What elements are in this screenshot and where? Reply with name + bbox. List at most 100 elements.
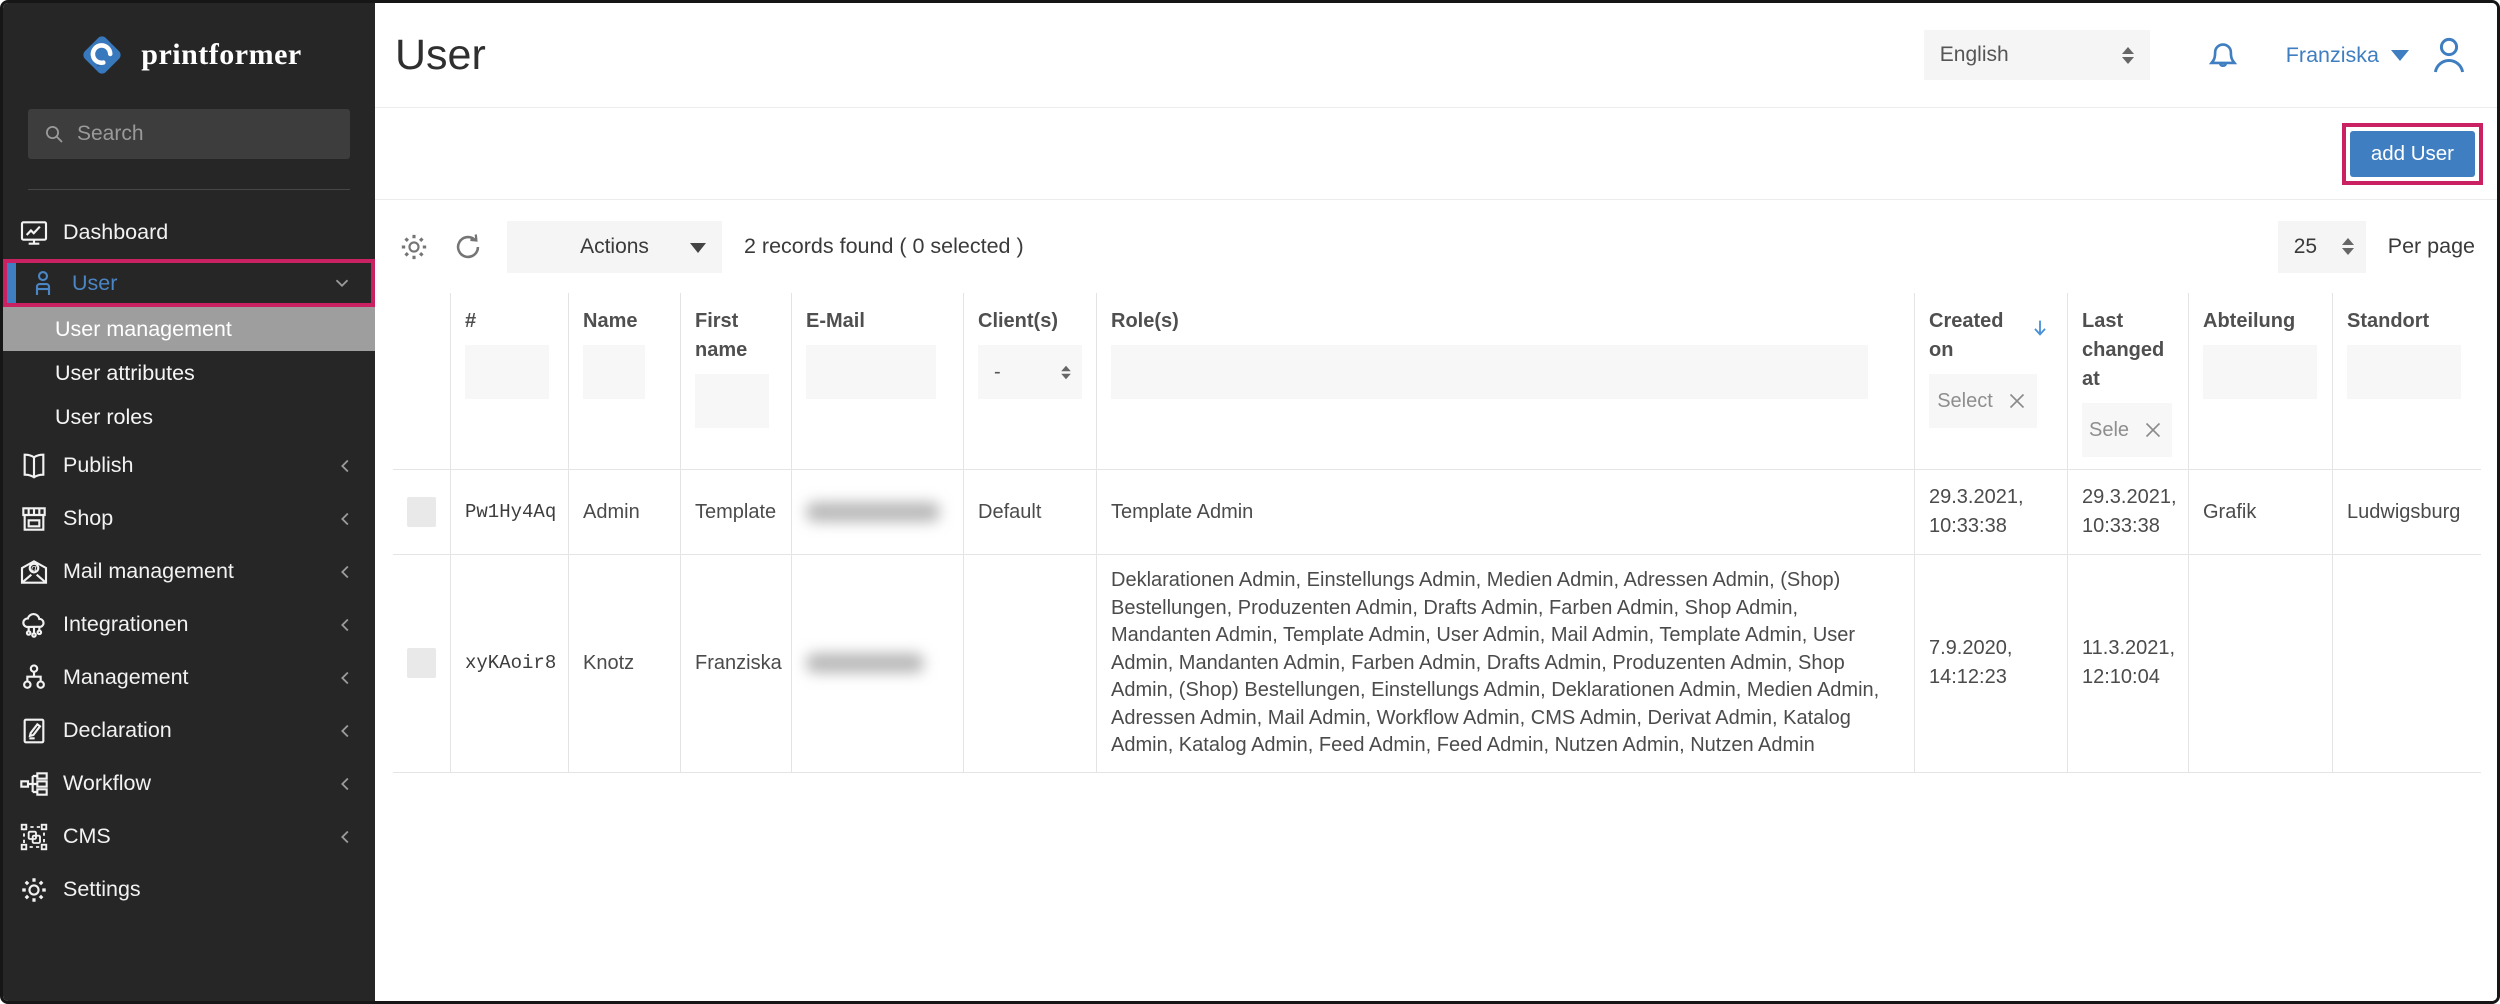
gear-icon (18, 874, 50, 906)
user-icon (27, 267, 59, 299)
chevron-left-icon (335, 614, 357, 636)
filter-abteilung-input[interactable] (2203, 345, 2317, 399)
filter-created-on-select[interactable]: Select (1929, 374, 2037, 428)
notifications-bell-icon[interactable] (2202, 34, 2244, 76)
filter-email-input[interactable] (806, 345, 936, 399)
chevron-down-icon (331, 272, 353, 294)
filter-clients-select[interactable]: - (978, 345, 1082, 399)
email-redacted-blur (806, 502, 940, 522)
column-header-id[interactable]: # (465, 307, 554, 336)
sidebar-item-cms[interactable]: CMS (3, 810, 375, 863)
sidebar-item-workflow[interactable]: Workflow (3, 757, 375, 810)
chevron-left-icon (335, 455, 357, 477)
printformer-logo-icon (76, 29, 128, 81)
sidebar-item-publish[interactable]: Publish (3, 439, 375, 492)
caret-down-icon (2391, 50, 2409, 61)
filter-id-input[interactable] (465, 345, 549, 399)
per-page-label: Per page (2388, 234, 2475, 259)
filter-roles-input[interactable] (1111, 345, 1868, 399)
profile-icon[interactable] (2425, 31, 2473, 79)
column-header-name[interactable]: Name (583, 307, 666, 336)
filter-clients-value: - (994, 361, 1001, 384)
table-header-row: # Name First name E-Mail Client(s) (393, 293, 2481, 470)
flowchart-icon (18, 768, 50, 800)
filter-first-name-input[interactable] (695, 374, 769, 428)
sort-descending-icon[interactable] (2029, 317, 2051, 339)
column-header-abteilung[interactable]: Abteilung (2203, 307, 2318, 336)
sidebar-item-label: Management (63, 665, 189, 690)
actions-dropdown[interactable]: Actions (507, 221, 722, 273)
sidebar-item-mail-management[interactable]: @ Mail management (3, 545, 375, 598)
cell-created-on: 7.9.2020, 14:12:23 (1929, 634, 2053, 692)
sidebar-item-settings[interactable]: Settings (3, 863, 375, 916)
select-updown-icon (1061, 365, 1071, 379)
language-select[interactable]: English (1924, 30, 2150, 80)
cell-created-on: 29.3.2021, 10:33:38 (1929, 483, 2053, 541)
table-row: xyKAoir8 Knotz Franziska Deklarationen A… (393, 555, 2481, 773)
cell-clients: Default (978, 501, 1041, 524)
users-table: # Name First name E-Mail Client(s) (393, 293, 2481, 773)
sidebar-item-user-roles[interactable]: User roles (3, 395, 375, 439)
brand-name: printformer (141, 38, 301, 72)
sidebar-nav: Dashboard User User management (3, 206, 375, 916)
sidebar-item-label: Declaration (63, 718, 172, 743)
search-input[interactable] (77, 122, 348, 146)
table-row: Pw1Hy4Aq Admin Template Default Template… (393, 470, 2481, 555)
table-toolbar: Actions 2 records found ( 0 selected ) 2… (375, 200, 2497, 293)
row-checkbox[interactable] (407, 497, 436, 527)
svg-text:@: @ (29, 563, 39, 574)
filter-last-changed-select[interactable]: Sele (2082, 403, 2172, 457)
top-header: User English Franziska (375, 3, 2497, 108)
app-window: printformer Dashboard (0, 0, 2500, 1004)
column-header-last-changed[interactable]: Last changed at (2082, 307, 2170, 394)
sidebar-item-shop[interactable]: Shop (3, 492, 375, 545)
clear-filter-icon[interactable] (2141, 418, 2165, 442)
cell-name: Admin (583, 501, 640, 524)
cell-id: xyKAoir8 (465, 652, 556, 674)
row-checkbox[interactable] (407, 648, 436, 678)
column-header-standort[interactable]: Standort (2347, 307, 2467, 336)
chevron-left-icon (335, 826, 357, 848)
language-select-value: English (1940, 43, 2009, 67)
sidebar-item-label: User (72, 271, 117, 296)
filter-standort-input[interactable] (2347, 345, 2461, 399)
records-summary: 2 records found ( 0 selected ) (744, 234, 1024, 259)
filter-last-changed-value: Sele (2089, 419, 2129, 442)
sidebar-item-user-management[interactable]: User management (3, 307, 375, 351)
chevron-left-icon (335, 773, 357, 795)
caret-down-icon (690, 243, 706, 253)
filter-name-input[interactable] (583, 345, 645, 399)
subnav-label: User management (55, 317, 232, 342)
per-page-select[interactable]: 25 (2278, 221, 2366, 273)
sidebar-divider (28, 189, 350, 190)
sidebar-item-user-attributes[interactable]: User attributes (3, 351, 375, 395)
column-header-roles[interactable]: Role(s) (1111, 307, 1900, 336)
cell-roles: Template Admin (1111, 501, 1253, 524)
chevron-left-icon (335, 561, 357, 583)
select-updown-icon (2342, 238, 2354, 255)
sidebar-item-management[interactable]: Management (3, 651, 375, 704)
sidebar-item-dashboard[interactable]: Dashboard (3, 206, 375, 259)
column-header-first-name[interactable]: First name (695, 307, 777, 365)
cloud-network-icon (18, 609, 50, 641)
cell-abteilung: Grafik (2203, 501, 2256, 524)
add-user-button[interactable]: add User (2350, 131, 2475, 177)
refresh-icon[interactable] (451, 230, 485, 264)
column-header-email[interactable]: E-Mail (806, 307, 949, 336)
sidebar-item-integrationen[interactable]: Integrationen (3, 598, 375, 651)
book-icon (18, 450, 50, 482)
cell-id: Pw1Hy4Aq (465, 501, 556, 523)
table-settings-gear-icon[interactable] (397, 230, 431, 264)
sidebar-item-user[interactable]: User (3, 259, 375, 307)
column-header-created-on[interactable]: Created on (1929, 307, 2015, 365)
dashboard-icon (18, 217, 50, 249)
sidebar-item-declaration[interactable]: Declaration (3, 704, 375, 757)
user-menu[interactable]: Franziska (2286, 43, 2409, 68)
sidebar-item-label: Mail management (63, 559, 234, 584)
cell-roles: Deklarationen Admin, Einstellungs Admin,… (1111, 567, 1900, 760)
sidebar-item-label: Dashboard (63, 220, 168, 245)
clear-filter-icon[interactable] (2005, 389, 2029, 413)
sidebar-item-label: Settings (63, 877, 141, 902)
column-header-clients[interactable]: Client(s) (978, 307, 1082, 336)
sidebar-search[interactable] (28, 109, 350, 159)
